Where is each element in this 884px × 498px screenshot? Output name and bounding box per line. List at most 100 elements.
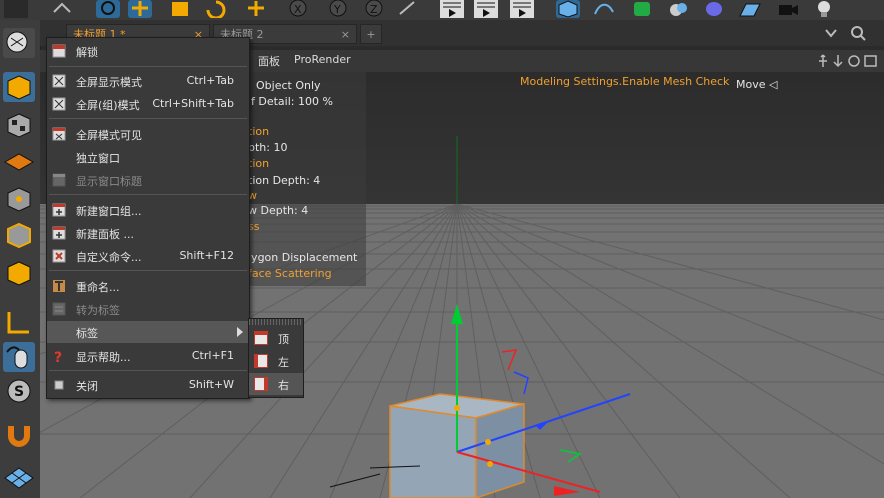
svg-text:?: ? xyxy=(54,350,62,363)
redo-icon[interactable] xyxy=(50,0,74,18)
menu-item-close[interactable]: 关闭 Shift+W xyxy=(47,374,249,396)
hud-object-only: Object Only xyxy=(256,79,321,92)
x-axis-lock-icon[interactable]: X xyxy=(286,0,310,18)
menu-item-fullscreen[interactable]: 全屏显示模式 Ctrl+Tab xyxy=(47,70,249,92)
tabs-submenu: 顶 左 右 xyxy=(248,318,304,398)
menu-item-unlock[interactable]: 解锁 xyxy=(47,40,249,62)
menu-separator xyxy=(49,118,247,119)
menu-separator xyxy=(49,194,247,195)
submenu-item-top[interactable]: 顶 xyxy=(249,327,303,349)
new-window-group-icon xyxy=(52,203,66,217)
polygons-mode-icon[interactable] xyxy=(3,258,35,288)
edges-mode-icon[interactable] xyxy=(3,220,35,250)
menu-item-rename[interactable]: 重命名... xyxy=(47,275,249,297)
menu-shortcut: Shift+F12 xyxy=(179,249,234,262)
menu-label: 顶 xyxy=(278,333,289,346)
texture-mode-icon[interactable] xyxy=(3,110,35,140)
make-editable-icon[interactable] xyxy=(3,28,35,58)
deformer-icon[interactable] xyxy=(702,0,726,18)
rename-icon xyxy=(52,279,66,293)
submenu-item-left[interactable]: 左 xyxy=(249,350,303,372)
rotate-tool-icon[interactable] xyxy=(204,0,228,20)
menu-item-new-panel[interactable]: 新建面板 ... xyxy=(47,222,249,244)
workplane-grid-icon[interactable] xyxy=(3,462,35,492)
workplane-mode-icon[interactable] xyxy=(3,146,35,176)
menu-item-custom-command[interactable]: 自定义命令... Shift+F12 xyxy=(47,245,249,267)
coordinate-system-icon[interactable] xyxy=(396,0,420,18)
spline-pen-icon[interactable] xyxy=(592,0,616,18)
menu-item-show-help[interactable]: ? 显示帮助... Ctrl+F1 xyxy=(47,345,249,367)
unlock-icon xyxy=(52,44,66,58)
move-tool-icon[interactable] xyxy=(128,0,152,18)
menu-prorender[interactable]: ProRender xyxy=(294,53,351,66)
menu-item-convert-to-tab: 转为标签 xyxy=(47,298,249,320)
light-icon[interactable] xyxy=(812,0,836,18)
camera-icon[interactable] xyxy=(776,0,800,18)
custom-command-icon xyxy=(52,249,66,263)
menu-separator xyxy=(49,270,247,271)
menu-item-detach-window[interactable]: 独立窗口 xyxy=(47,146,249,168)
top-toolbar: X Y Z xyxy=(0,0,884,20)
hud-level-of-detail: f Detail: 100 % xyxy=(251,95,333,108)
new-panel-icon xyxy=(52,226,66,240)
hud-move-tool: Move ◁ xyxy=(736,78,778,91)
menu-item-tabs[interactable]: 标签 xyxy=(47,321,249,343)
y-axis-lock-icon[interactable]: Y xyxy=(326,0,350,18)
menu-label: 全屏(组)模式 xyxy=(76,99,140,112)
hud-polygon-displacement: lygon Displacement xyxy=(248,251,358,264)
menu-label: 显示帮助... xyxy=(76,351,131,364)
solo-mode-icon[interactable]: S xyxy=(3,376,35,406)
z-axis-lock-icon[interactable]: Z xyxy=(362,0,386,18)
render-settings-icon[interactable] xyxy=(510,0,534,18)
render-view-icon[interactable] xyxy=(440,0,464,18)
fullscreen-icon xyxy=(52,74,66,88)
window-title-icon xyxy=(52,173,66,187)
chevron-down-icon[interactable] xyxy=(824,28,838,38)
menu-item-new-window-group[interactable]: 新建窗口组... xyxy=(47,199,249,221)
model-mode-icon[interactable] xyxy=(3,72,35,102)
menu-label: 新建面板 ... xyxy=(76,228,134,241)
hud-tion-depth: tion Depth: 4 xyxy=(248,174,321,187)
menu-item-show-window-title: 显示窗口标题 xyxy=(47,169,249,191)
floor-icon[interactable] xyxy=(738,0,762,18)
search-icon[interactable] xyxy=(850,25,866,41)
menu-item-fullscreen-group[interactable]: 全屏(组)模式 Ctrl+Shift+Tab xyxy=(47,93,249,115)
menu-label: 右 xyxy=(278,379,289,392)
menu-shortcut: Ctrl+Shift+Tab xyxy=(152,97,234,110)
hud-tion-2: tion xyxy=(248,157,270,170)
menu-panel[interactable]: 面板 xyxy=(258,53,280,69)
close-panel-icon xyxy=(52,378,66,392)
menu-separator xyxy=(49,66,247,67)
axis-mode-icon[interactable] xyxy=(3,308,35,338)
viewport-nav-icons xyxy=(818,54,882,68)
close-tab-icon[interactable]: × xyxy=(341,25,350,45)
undo-icon[interactable] xyxy=(4,0,28,18)
menu-label: 独立窗口 xyxy=(76,152,120,165)
snap-magnet-icon[interactable] xyxy=(3,420,35,450)
menu-shortcut: Ctrl+F1 xyxy=(191,349,234,362)
submenu-item-right[interactable]: 右 xyxy=(249,373,303,395)
subdivision-surface-icon[interactable] xyxy=(630,0,654,18)
transform-tool-icon[interactable] xyxy=(244,0,268,18)
menu-label: 标签 xyxy=(76,327,98,340)
submenu-arrow-icon xyxy=(237,327,243,340)
hud-modeling-settings: Modeling Settings.Enable Mesh Check xyxy=(520,75,730,88)
cloner-icon[interactable] xyxy=(666,0,690,18)
menu-item-fullscreen-visible[interactable]: 全屏模式可见 xyxy=(47,123,249,145)
menu-label: 全屏模式可见 xyxy=(76,129,142,142)
submenu-tearoff-handle[interactable] xyxy=(249,319,303,325)
tab-top-icon xyxy=(254,331,268,345)
new-tab-button[interactable]: + xyxy=(360,24,382,44)
tweak-mode-icon[interactable] xyxy=(3,342,35,372)
menu-label: 新建窗口组... xyxy=(76,205,142,218)
svg-text:Y: Y xyxy=(333,3,341,16)
left-toolbar: S xyxy=(0,20,41,498)
menu-label: 关闭 xyxy=(76,380,98,393)
cube-primitive-icon[interactable] xyxy=(556,0,580,18)
render-to-picture-viewer-icon[interactable] xyxy=(474,0,498,18)
svg-text:Z: Z xyxy=(370,3,378,16)
points-mode-icon[interactable] xyxy=(3,184,35,214)
live-select-icon[interactable] xyxy=(96,0,120,18)
panel-context-menu: 解锁 全屏显示模式 Ctrl+Tab 全屏(组)模式 Ctrl+Shift+Ta… xyxy=(46,37,250,399)
scale-tool-icon[interactable] xyxy=(168,0,192,18)
